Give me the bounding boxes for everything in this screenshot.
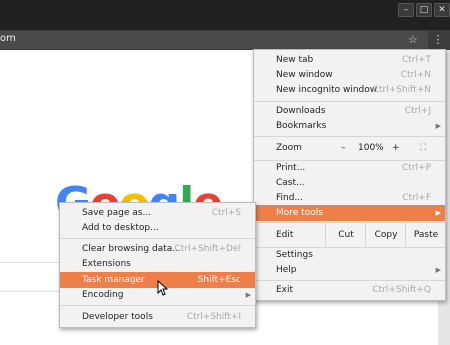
- menu-separator: [60, 238, 255, 239]
- shortcut-text: Ctrl+Shift+I: [186, 312, 241, 322]
- shortcut-text: Ctrl+J: [404, 106, 431, 116]
- shortcut-text: Ctrl+P: [402, 163, 431, 173]
- menu-item-label: Bookmarks: [276, 121, 327, 131]
- star-icon[interactable]: ☆: [408, 33, 418, 46]
- menu-item-label: Help: [276, 265, 297, 275]
- menu-item-label: New tab: [276, 55, 314, 65]
- menu-item-help[interactable]: Help ▶: [254, 262, 445, 278]
- menu-item-find[interactable]: Find... Ctrl+F: [254, 190, 445, 206]
- shortcut-text: Ctrl+F: [402, 193, 431, 203]
- menu-item-label: Find...: [276, 193, 304, 203]
- copy-button[interactable]: Copy: [365, 223, 406, 247]
- cut-button[interactable]: Cut: [325, 223, 366, 247]
- zoom-out-button[interactable]: –: [341, 138, 346, 158]
- menu-item-label: Edit: [276, 230, 294, 240]
- shortcut-text: Ctrl+T: [401, 55, 431, 65]
- menu-item-label: More tools: [276, 208, 323, 218]
- menu-item-clear-browsing-data[interactable]: Clear browsing data... Ctrl+Shift+Del: [60, 241, 255, 257]
- menu-item-label: Clear browsing data...: [82, 244, 181, 254]
- maximize-button[interactable]: □: [416, 3, 432, 17]
- menu-item-label: Developer tools: [82, 312, 153, 322]
- menu-item-label: Task manager: [82, 275, 145, 285]
- menu-separator: [60, 305, 255, 306]
- menu-item-label: Settings: [276, 250, 313, 260]
- menu-row-zoom: Zoom – 100% + ⛶: [254, 138, 445, 158]
- menu-item-label: Extensions: [82, 259, 131, 269]
- menu-icon[interactable]: ⋮: [432, 31, 444, 49]
- submenu-arrow-icon: ▶: [435, 122, 441, 130]
- shortcut-text: Ctrl+N: [400, 70, 431, 80]
- shortcut-text: Ctrl+Shift+Del: [174, 244, 241, 254]
- menu-item-new-window[interactable]: New window Ctrl+N: [254, 67, 445, 83]
- menu-item-label: Cast...: [276, 178, 305, 188]
- menu-item-add-to-desktop[interactable]: Add to desktop...: [60, 220, 255, 236]
- submenu-arrow-icon: ▶: [435, 209, 441, 217]
- menu-separator: [254, 280, 445, 281]
- chrome-main-menu: New tab Ctrl+T New window Ctrl+N New inc…: [253, 49, 446, 301]
- address-bar[interactable]: om ☆: [0, 31, 428, 49]
- menu-row-edit: Edit Cut Copy Paste: [254, 223, 445, 247]
- shortcut-text: Ctrl+Shift+N: [372, 85, 431, 95]
- zoom-in-button[interactable]: +: [392, 138, 400, 158]
- menu-item-label: Downloads: [276, 106, 326, 116]
- submenu-arrow-icon: ▶: [245, 291, 251, 299]
- shortcut-text: Ctrl+Shift+Q: [372, 285, 431, 295]
- menu-item-cast[interactable]: Cast...: [254, 175, 445, 191]
- menu-item-new-tab[interactable]: New tab Ctrl+T: [254, 52, 445, 68]
- menu-item-more-tools[interactable]: More tools ▶: [254, 205, 445, 221]
- menu-item-label: Print...: [276, 163, 306, 173]
- menu-item-label: New window: [276, 70, 333, 80]
- shortcut-text: Ctrl+S: [211, 208, 241, 218]
- menu-separator: [254, 136, 445, 137]
- fullscreen-icon[interactable]: ⛶: [420, 138, 426, 158]
- menu-item-label: Zoom: [276, 143, 302, 153]
- more-tools-submenu: Save page as... Ctrl+S Add to desktop...…: [59, 202, 256, 328]
- submenu-arrow-icon: ▶: [435, 266, 441, 274]
- mouse-cursor-icon: [157, 280, 169, 296]
- menu-item-save-page[interactable]: Save page as... Ctrl+S: [60, 205, 255, 221]
- menu-item-developer-tools[interactable]: Developer tools Ctrl+Shift+I: [60, 309, 255, 325]
- address-text: om: [0, 33, 16, 44]
- menu-item-label: Encoding: [82, 290, 124, 300]
- menu-separator: [254, 101, 445, 102]
- menu-item-extensions[interactable]: Extensions: [60, 256, 255, 272]
- shortcut-text: Shift+Esc: [197, 275, 241, 285]
- minimize-button[interactable]: –: [398, 3, 414, 17]
- menu-item-exit[interactable]: Exit Ctrl+Shift+Q: [254, 282, 445, 298]
- menu-item-settings[interactable]: Settings: [254, 247, 445, 263]
- menu-item-downloads[interactable]: Downloads Ctrl+J: [254, 103, 445, 119]
- zoom-level: 100%: [358, 143, 384, 153]
- menu-item-print[interactable]: Print... Ctrl+P: [254, 160, 445, 176]
- menu-item-bookmarks[interactable]: Bookmarks ▶: [254, 118, 445, 134]
- menu-item-new-incognito[interactable]: New incognito window Ctrl+Shift+N: [254, 82, 445, 98]
- menu-item-label: Add to desktop...: [82, 223, 159, 233]
- title-bar: – □ ✕: [0, 0, 450, 30]
- menu-item-label: Exit: [276, 285, 294, 295]
- paste-button[interactable]: Paste: [405, 223, 446, 247]
- menu-item-label: New incognito window: [276, 85, 378, 95]
- menu-item-label: Save page as...: [82, 208, 152, 218]
- close-button[interactable]: ✕: [434, 3, 450, 17]
